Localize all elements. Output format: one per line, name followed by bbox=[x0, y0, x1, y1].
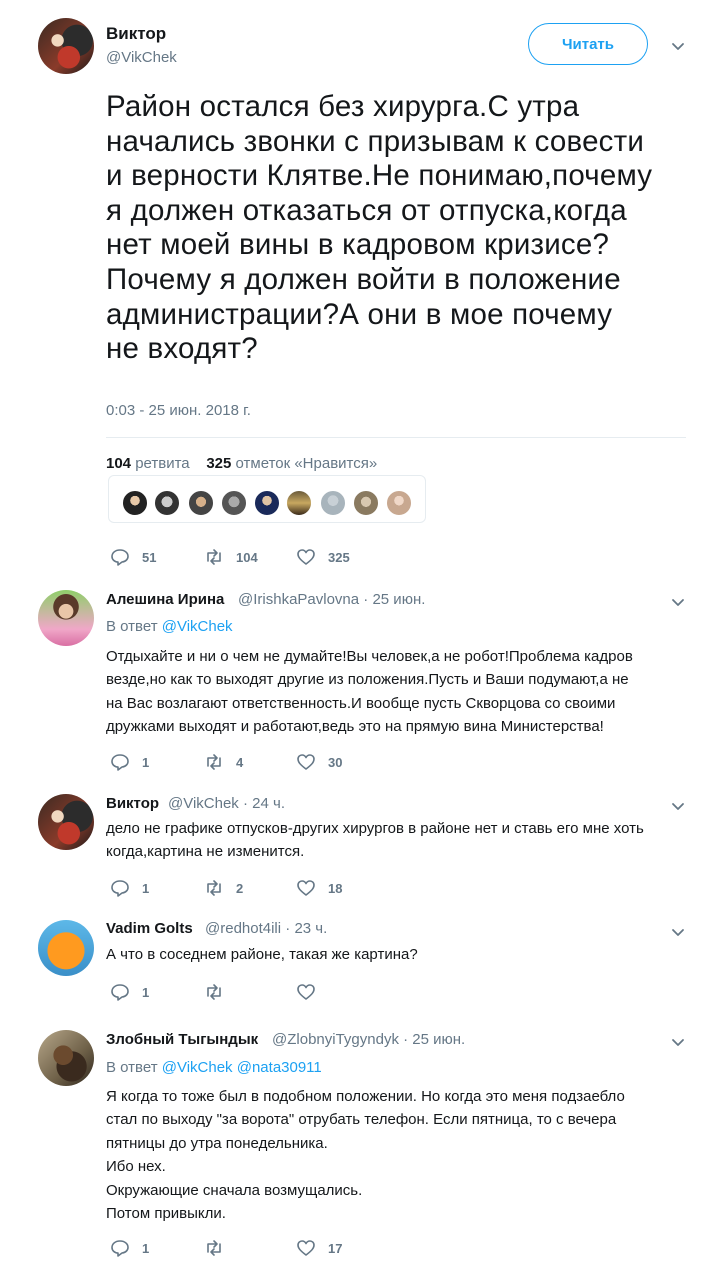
reply-button[interactable]: 1 bbox=[110, 1238, 149, 1258]
retweet-button[interactable]: 104 bbox=[204, 547, 258, 567]
reply-count: 1 bbox=[142, 1240, 150, 1256]
engagement-stats: 104 ретвита 325 отметок «Нравится» bbox=[106, 455, 377, 472]
avatar[interactable] bbox=[319, 489, 347, 517]
follow-button[interactable]: Читать bbox=[528, 23, 648, 65]
like-count: 325 bbox=[328, 549, 350, 565]
reply-context: В ответ @VikChek @nata30911 bbox=[106, 1059, 322, 1076]
author-avatar[interactable] bbox=[38, 18, 94, 74]
avatar[interactable] bbox=[38, 1030, 94, 1086]
reply-icon bbox=[111, 754, 129, 771]
reply-author-name[interactable]: Виктор bbox=[106, 795, 159, 812]
chevron-down-icon[interactable] bbox=[670, 594, 686, 610]
avatar[interactable] bbox=[253, 489, 281, 517]
like-button[interactable]: 17 bbox=[296, 1238, 342, 1258]
like-icon bbox=[297, 984, 315, 1000]
reply-icon bbox=[111, 880, 129, 897]
avatar[interactable] bbox=[187, 489, 215, 517]
like-count: 18 bbox=[328, 880, 343, 896]
avatar[interactable] bbox=[38, 920, 94, 976]
retweet-icon bbox=[207, 549, 221, 565]
divider bbox=[106, 437, 686, 438]
tweet-text: Район остался без хирурга.С утра началис… bbox=[106, 90, 653, 366]
retweets-count[interactable]: 104 bbox=[106, 455, 131, 472]
reply-text: Я когда то тоже был в подобном положении… bbox=[106, 1088, 625, 1223]
chevron-down-icon[interactable] bbox=[670, 924, 686, 940]
reply-button[interactable]: 1 bbox=[110, 878, 149, 898]
like-button[interactable]: 30 bbox=[296, 752, 342, 772]
retweet-button[interactable]: 2 bbox=[204, 878, 243, 898]
author-handle[interactable]: @VikChek bbox=[106, 49, 177, 66]
reply-author-handle[interactable]: @ZlobnyiTygyndyk · 25 июн. bbox=[272, 1031, 465, 1048]
mention-link[interactable]: @nata30911 bbox=[237, 1059, 322, 1076]
retweets-label[interactable]: ретвита bbox=[135, 455, 189, 472]
like-button[interactable]: 325 bbox=[296, 547, 350, 567]
retweet-button[interactable]: 4 bbox=[204, 752, 243, 772]
reply-author-handle[interactable]: @VikChek · 24 ч. bbox=[168, 795, 285, 812]
retweet-icon bbox=[207, 1240, 221, 1256]
retweet-button[interactable] bbox=[204, 1238, 236, 1258]
reply-count: 1 bbox=[142, 754, 150, 770]
avatar[interactable] bbox=[121, 489, 149, 517]
reply-button[interactable]: 1 bbox=[110, 982, 149, 1002]
like-icon bbox=[297, 754, 315, 770]
retweet-button[interactable] bbox=[204, 982, 236, 1002]
reply-icon bbox=[111, 549, 129, 566]
reply-text: Отдыхайте и ни о чем не думайте!Вы челов… bbox=[106, 648, 633, 736]
reply-text: дело не графике отпусков-других хирургов… bbox=[106, 820, 644, 861]
mention-link[interactable]: @VikChek bbox=[162, 618, 233, 635]
avatar[interactable] bbox=[38, 590, 94, 646]
like-icon bbox=[297, 1240, 315, 1256]
mention-link[interactable]: @VikChek bbox=[162, 1059, 233, 1076]
reply-button[interactable]: 51 bbox=[110, 547, 156, 567]
chevron-down-icon[interactable] bbox=[670, 1034, 686, 1050]
like-icon bbox=[297, 549, 315, 565]
chevron-down-icon[interactable] bbox=[670, 38, 686, 54]
reply-icon bbox=[111, 984, 129, 1001]
reply-icon bbox=[111, 1240, 129, 1257]
reply-context: В ответ @VikChek bbox=[106, 618, 233, 635]
like-button[interactable] bbox=[296, 982, 328, 1002]
reply-count: 1 bbox=[142, 880, 150, 896]
retweet-icon bbox=[207, 880, 221, 896]
reply-button[interactable]: 1 bbox=[110, 752, 149, 772]
tweet-timestamp[interactable]: 0:03 - 25 июн. 2018 г. bbox=[106, 402, 251, 419]
retweet-count: 104 bbox=[236, 549, 258, 565]
like-count: 30 bbox=[328, 754, 343, 770]
retweet-count: 2 bbox=[236, 880, 244, 896]
reply-author-name[interactable]: Злобный Тыгындык bbox=[106, 1031, 258, 1048]
author-name[interactable]: Виктор bbox=[106, 24, 166, 44]
like-button[interactable]: 18 bbox=[296, 878, 342, 898]
reply-author-handle[interactable]: @IrishkaPavlovna · 25 июн. bbox=[238, 591, 425, 608]
likes-count[interactable]: 325 bbox=[206, 455, 231, 472]
avatar[interactable] bbox=[285, 489, 313, 517]
reply-author-name[interactable]: Алешина Ирина bbox=[106, 591, 224, 608]
reply-author-handle[interactable]: @redhot4ili · 23 ч. bbox=[205, 920, 327, 937]
avatar[interactable] bbox=[220, 489, 248, 517]
reply-author-name[interactable]: Vadim Golts bbox=[106, 920, 193, 937]
retweet-icon bbox=[207, 984, 221, 1000]
avatar[interactable] bbox=[385, 489, 413, 517]
reply-count: 51 bbox=[142, 549, 157, 565]
avatar[interactable] bbox=[352, 489, 380, 517]
reply-count: 1 bbox=[142, 984, 150, 1000]
like-count: 17 bbox=[328, 1240, 343, 1256]
liker-avatars[interactable] bbox=[108, 475, 426, 523]
reply-text: А что в соседнем районе, такая же картин… bbox=[106, 946, 418, 963]
avatar[interactable] bbox=[38, 794, 94, 850]
avatar[interactable] bbox=[153, 489, 181, 517]
like-icon bbox=[297, 880, 315, 896]
likes-label[interactable]: отметок «Нравится» bbox=[236, 455, 378, 472]
retweet-icon bbox=[207, 754, 221, 770]
retweet-count: 4 bbox=[236, 754, 244, 770]
chevron-down-icon[interactable] bbox=[670, 798, 686, 814]
